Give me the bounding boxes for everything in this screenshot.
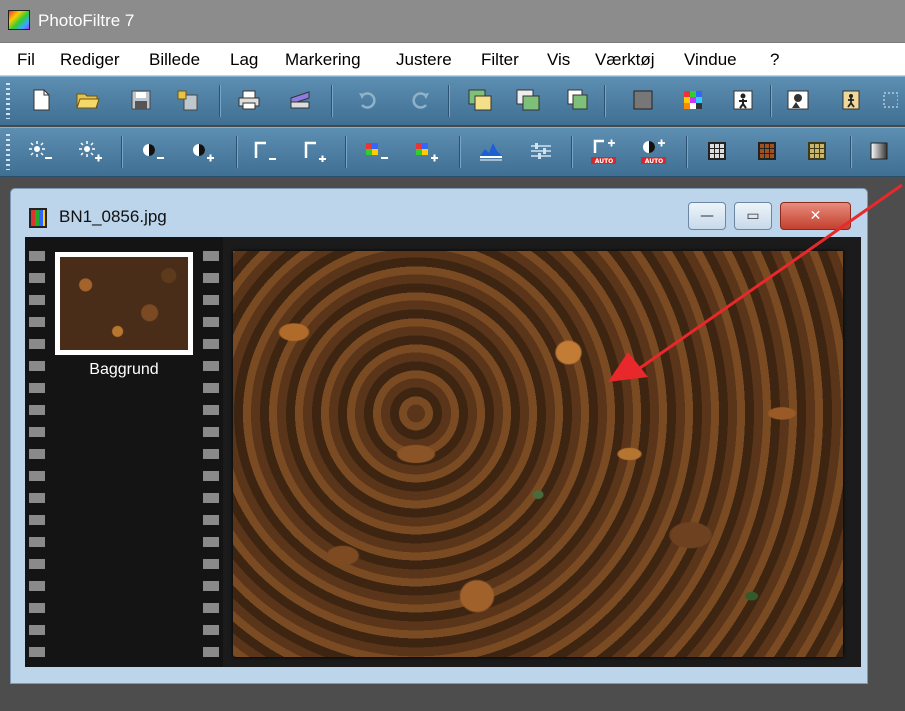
layer-thumbnail[interactable] <box>55 252 193 355</box>
saturation-plus-icon[interactable] <box>414 138 440 164</box>
toolbar-separator <box>770 85 771 117</box>
duplicate-image-icon[interactable] <box>565 87 591 113</box>
film-perforation <box>29 245 45 659</box>
grey-square-icon[interactable] <box>630 87 656 113</box>
menu-fil[interactable]: Fil <box>17 50 35 70</box>
menu-vindue[interactable]: Vindue <box>684 50 737 70</box>
brightness-minus-icon[interactable] <box>28 138 54 164</box>
menu-lag[interactable]: Lag <box>230 50 258 70</box>
document-title: BN1_0856.jpg <box>59 207 167 226</box>
menubar: Fil Rediger Billede Lag Markering Juster… <box>0 43 905 76</box>
app-title: PhotoFiltre 7 <box>38 11 135 30</box>
menu-help[interactable]: ? <box>770 50 779 70</box>
svg-text:AUTO: AUTO <box>595 158 614 165</box>
toolbar-separator <box>686 136 687 168</box>
new-file-icon[interactable] <box>28 87 54 113</box>
maximize-icon: ▭ <box>746 208 760 224</box>
undo-icon[interactable] <box>354 87 380 113</box>
grid-light-icon[interactable] <box>704 138 730 164</box>
toolbar-separator <box>219 85 220 117</box>
menu-filter[interactable]: Filter <box>481 50 519 70</box>
toolbar-grip[interactable] <box>6 83 10 119</box>
levels-sliders-icon[interactable] <box>528 138 554 164</box>
toolbar-grip[interactable] <box>6 134 10 170</box>
toolbar-separator <box>121 136 122 168</box>
auto-contrast-icon[interactable]: AUTO <box>640 138 666 165</box>
saturation-minus-icon[interactable] <box>364 138 390 164</box>
filter-toolbar: AUTO AUTO <box>0 127 905 177</box>
save-icon[interactable] <box>128 87 154 113</box>
toolbar-separator <box>331 85 332 117</box>
image-explorer-icon[interactable] <box>785 87 811 113</box>
document-window[interactable]: BN1_0856.jpg — ▭ ✕ Baggrund <box>10 188 868 684</box>
main-toolbar <box>0 76 905 126</box>
layers-panel: Baggrund <box>25 237 223 667</box>
toolbar-separator <box>850 136 851 168</box>
menu-vaerktoej[interactable]: Værktøj <box>595 50 655 70</box>
exit-door-icon[interactable] <box>838 87 864 113</box>
menu-markering[interactable]: Markering <box>285 50 361 70</box>
contrast-minus-icon[interactable] <box>140 138 166 164</box>
redo-icon[interactable] <box>408 87 434 113</box>
menu-vis[interactable]: Vis <box>547 50 570 70</box>
open-folder-icon[interactable] <box>75 87 101 113</box>
toolbar-separator <box>459 136 460 168</box>
close-button[interactable]: ✕ <box>780 202 851 230</box>
svg-text:AUTO: AUTO <box>645 158 664 165</box>
minimize-button[interactable]: — <box>688 202 726 230</box>
toolbar-separator <box>604 85 605 117</box>
grid-brown-icon[interactable] <box>754 138 780 164</box>
copy-image-icon[interactable] <box>467 87 493 113</box>
maximize-button[interactable]: ▭ <box>734 202 772 230</box>
menu-justere[interactable]: Justere <box>396 50 452 70</box>
image-document-icon <box>29 208 47 228</box>
close-icon: ✕ <box>809 208 822 224</box>
menu-rediger[interactable]: Rediger <box>60 50 120 70</box>
app-titlebar: PhotoFiltre 7 <box>0 0 905 43</box>
histogram-icon[interactable] <box>478 138 504 164</box>
print-icon[interactable] <box>236 87 262 113</box>
brightness-plus-icon[interactable] <box>78 138 104 164</box>
contrast-plus-icon[interactable] <box>190 138 216 164</box>
layer-thumbnail-image <box>60 257 188 350</box>
image-canvas[interactable] <box>233 251 843 657</box>
gradient-fill-icon[interactable] <box>866 138 892 164</box>
selection-icon[interactable] <box>880 87 900 113</box>
paste-image-icon[interactable] <box>515 87 541 113</box>
toolbar-separator <box>345 136 346 168</box>
automation-icon[interactable] <box>730 87 756 113</box>
scanner-icon[interactable] <box>287 87 313 113</box>
color-grid-icon[interactable] <box>680 87 706 113</box>
toolbar-separator <box>571 136 572 168</box>
layer-name[interactable]: Baggrund <box>55 361 193 379</box>
gamma-plus-icon[interactable] <box>302 138 328 164</box>
auto-gamma-icon[interactable]: AUTO <box>590 138 616 165</box>
film-perforation <box>203 245 219 659</box>
gamma-minus-icon[interactable] <box>252 138 278 164</box>
grid-olive-icon[interactable] <box>804 138 830 164</box>
toolbar-separator <box>448 85 449 117</box>
photofiltre-logo-icon <box>8 10 30 30</box>
minimize-icon: — <box>700 208 714 224</box>
menu-billede[interactable]: Billede <box>149 50 200 70</box>
toolbar-separator <box>236 136 237 168</box>
save-as-icon[interactable] <box>174 87 200 113</box>
